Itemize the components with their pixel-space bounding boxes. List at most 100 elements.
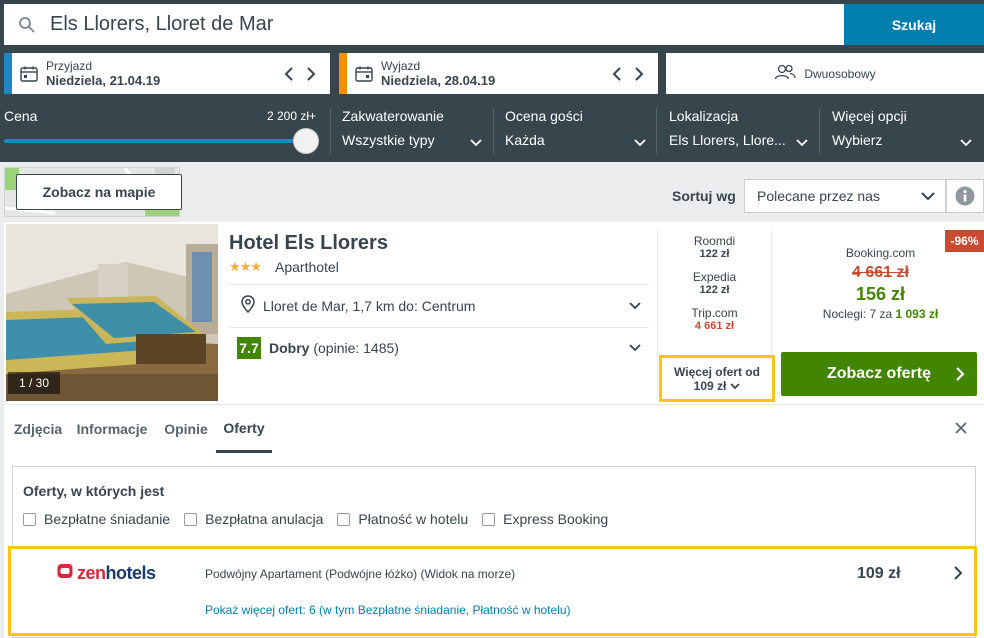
provider-name-part2: hotels (105, 563, 157, 583)
chevron-right-icon[interactable] (304, 66, 318, 81)
calendar-icon (12, 66, 46, 82)
accommodation-filter[interactable]: Zakwaterowanie Wszystkie typy (342, 100, 492, 162)
checkin-value: Niedziela, 21.04.19 (46, 72, 161, 88)
search-button[interactable]: Szukaj (844, 4, 984, 45)
deal-nights: Noclegi: 7 za 1 093 zł (781, 307, 980, 321)
price-value: 4 661 zł (694, 320, 735, 332)
rating-word: Dobry (269, 340, 310, 356)
price-item[interactable]: Expedia 122 zł (658, 270, 771, 296)
featured-deal[interactable]: Booking.com 4 661 zł 156 zł Noclegi: 7 z… (781, 230, 980, 350)
chevron-down-icon (634, 134, 646, 152)
filter-express-booking-checkbox[interactable]: Express Booking (482, 511, 608, 527)
tab-offers[interactable]: Oferty (216, 405, 272, 453)
deal-old-price: 4 661 zł (852, 264, 909, 281)
chevron-right-icon[interactable] (953, 565, 963, 586)
checkbox-label: Bezpłatne śniadanie (44, 511, 171, 527)
provider-logo: zen hotels (57, 563, 156, 584)
location-text: Lloret de Mar, 1,7 km do: Centrum (263, 298, 476, 314)
location-filter[interactable]: Lokalizacja Els Llorers, Llore... (669, 100, 819, 162)
checkbox-label: Express Booking (503, 511, 609, 527)
guests-label: Dwuosobowy (804, 66, 876, 81)
search-icon (4, 4, 50, 45)
rating-filter-title: Ocena gości (505, 108, 583, 124)
accommodation-filter-title: Zakwaterowanie (342, 108, 444, 124)
price-filter-max: 2 200 zł+ (267, 109, 317, 123)
view-deal-button[interactable]: Zobacz ofertę (781, 352, 977, 396)
more-offers-button[interactable]: Więcej ofert od 109 zł (659, 355, 775, 402)
filters-row: Cena 2 200 zł+ Zakwaterowanie Wszystkie … (0, 100, 984, 162)
filter-pay-at-hotel-checkbox[interactable]: Płatność w hotelu (337, 511, 468, 527)
filter-free-breakfast-checkbox[interactable]: Bezpłatne śniadanie (23, 511, 170, 527)
guests-selector[interactable]: Dwuosobowy (666, 53, 984, 94)
price-value: 122 zł (699, 248, 730, 260)
deal-site: Booking.com (845, 246, 916, 260)
checkbox-label: Płatność w hotelu (358, 511, 469, 527)
info-icon[interactable] (946, 179, 984, 213)
checkout-value: Niedziela, 28.04.19 (381, 72, 496, 88)
chevron-right-icon (955, 366, 965, 387)
checkin-label: Przyjazd (46, 58, 93, 73)
provider-name-part1: zen (77, 563, 106, 583)
view-deal-label: Zobacz ofertę (826, 365, 931, 382)
price-site: Roomdi (693, 234, 736, 248)
offer-description: Podwójny Apartament (Podwójne łóżko) (Wi… (205, 567, 516, 581)
checkout-date-picker[interactable]: Wyjazd Niedziela, 28.04.19 (339, 53, 658, 94)
show-on-map-button[interactable]: Zobacz na mapie (16, 174, 182, 210)
price-slider-track[interactable] (4, 139, 306, 143)
more-options-value: Wybierz (832, 132, 883, 148)
close-icon[interactable] (954, 421, 968, 435)
search-input[interactable] (50, 13, 830, 36)
hotel-tabs: Zdjęcia Informacje Opinie Oferty (4, 404, 984, 453)
deal-nights-prefix: Noclegi: 7 za (822, 307, 893, 321)
accommodation-filter-value: Wszystkie typy (342, 132, 435, 148)
rating-filter-value: Każda (505, 132, 545, 148)
location-filter-value: Els Llorers, Llore... (669, 132, 786, 148)
hotel-name[interactable]: Hotel Els Llorers (229, 232, 388, 255)
users-icon (774, 64, 796, 83)
more-offers-link[interactable]: Pokaż więcej ofert: 6 (w tym Bezpłatne ś… (205, 603, 571, 617)
price-slider-handle[interactable] (293, 128, 319, 154)
offer-price: 109 zł (857, 565, 901, 582)
more-offers-label: Więcej ofert od (674, 364, 760, 379)
guest-rating-row[interactable]: 7.7 Dobry (opinie: 1485) (229, 328, 649, 368)
chevron-down-icon (921, 188, 945, 204)
search-box[interactable] (4, 4, 844, 45)
price-item[interactable]: Trip.com 4 661 zł (658, 306, 771, 332)
tab-info[interactable]: Informacje (76, 405, 148, 453)
chevron-down-icon (629, 297, 649, 315)
filter-divider (493, 108, 494, 154)
deal-new-price: 156 zł (855, 284, 906, 304)
checkin-date-picker[interactable]: Przyjazd Niedziela, 21.04.19 (4, 53, 330, 94)
sort-label: Sortuj wg (672, 188, 736, 204)
checkout-stripe (339, 53, 347, 94)
price-site: Trip.com (691, 306, 738, 320)
deal-nights-total: 1 093 zł (895, 307, 939, 321)
location-row[interactable]: Lloret de Mar, 1,7 km do: Centrum (229, 284, 649, 328)
price-filter[interactable]: Cena 2 200 zł+ (0, 100, 330, 162)
chevron-down-icon (470, 134, 482, 152)
tab-photos[interactable]: Zdjęcia (12, 405, 64, 453)
filter-divider (819, 108, 820, 154)
sort-select[interactable]: Polecane przez nas (744, 179, 946, 213)
chevron-right-icon[interactable] (632, 66, 646, 81)
tab-reviews[interactable]: Opinie (162, 405, 210, 453)
chevron-left-icon[interactable] (282, 66, 296, 81)
filter-divider (330, 108, 331, 154)
chevron-left-icon[interactable] (610, 66, 624, 81)
checkout-label: Wyjazd (381, 58, 421, 73)
offers-filter-title: Oferty, w których jest (23, 483, 165, 499)
checkbox-label: Bezpłatna anulacja (205, 511, 324, 527)
photo-counter: 1 / 30 (8, 372, 60, 394)
rating-score-badge: 7.7 (237, 337, 261, 359)
more-options-filter[interactable]: Więcej opcji Wybierz (832, 100, 982, 162)
chevron-down-icon (796, 134, 808, 152)
filter-free-cancellation-checkbox[interactable]: Bezpłatna anulacja (184, 511, 323, 527)
price-item[interactable]: Roomdi 122 zł (658, 234, 771, 260)
rating-filter[interactable]: Ocena gości Każda (505, 100, 655, 162)
more-offers-price: 109 zł (693, 378, 727, 393)
hotel-photo[interactable]: 1 / 30 (6, 224, 218, 401)
chevron-down-icon (629, 339, 649, 357)
offer-row[interactable]: zen hotels Podwójny Apartament (Podwójne… (8, 546, 977, 636)
hotel-type: Aparthotel (275, 259, 339, 275)
rating-count: (opinie: 1485) (313, 340, 399, 356)
